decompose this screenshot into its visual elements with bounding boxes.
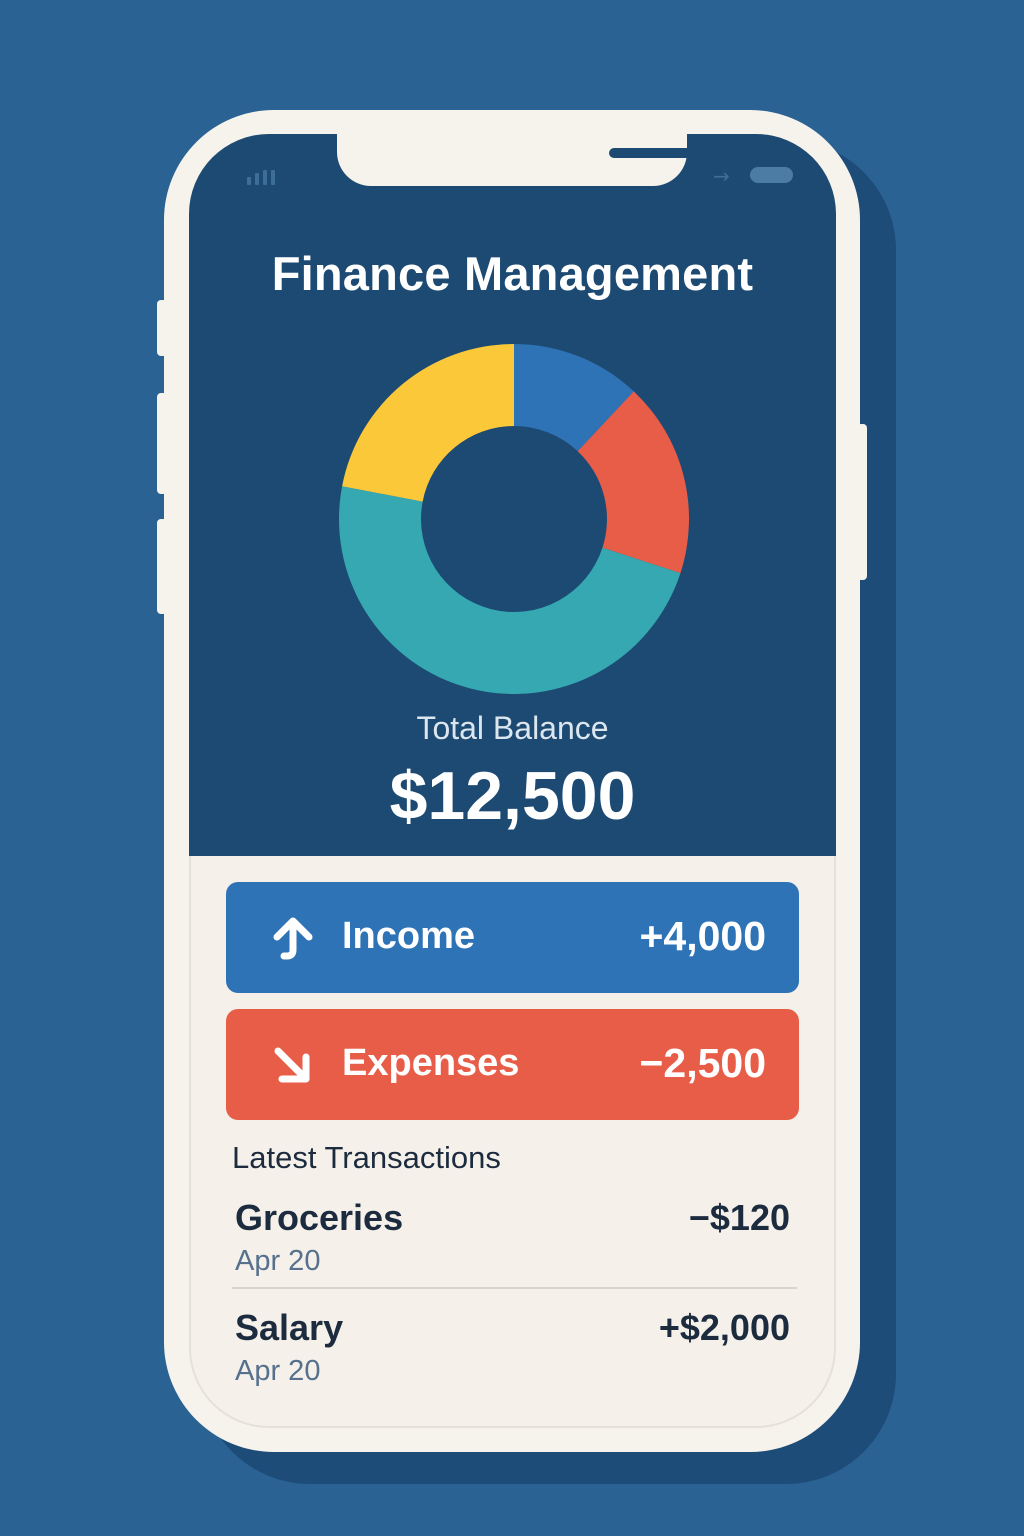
transaction-row[interactable]: Groceries Apr 20 −$120 [235,1197,790,1297]
page-title: Finance Management [271,247,754,300]
volume-down-button[interactable] [157,393,167,494]
transaction-name: Groceries [235,1197,404,1238]
transaction-amount: −$120 [688,1197,790,1238]
transaction-amount: +$2,000 [658,1307,790,1348]
transaction-date: Apr 20 [235,1245,321,1277]
volume-up-button[interactable] [157,300,167,356]
transaction-name: Salary [235,1307,344,1348]
total-balance-label: Total Balance [416,710,609,746]
arrow-right-icon: → [713,164,730,188]
arrow-up-icon [273,917,313,960]
income-amount: +4,000 [639,913,766,959]
expenses-label: Expenses [342,1042,520,1084]
total-balance-value: $12,500 [389,758,636,834]
balance-donut-chart [339,344,689,694]
power-button[interactable] [857,424,867,580]
transaction-divider [232,1287,797,1289]
summary-header: → Finance Management Total Balance $12,5… [189,134,836,856]
background-scene: → Finance Management Total Balance $12,5… [0,0,1024,1536]
transaction-row[interactable]: Salary Apr 20 +$2,000 [235,1307,790,1407]
latest-transactions-heading: Latest Transactions [232,1140,501,1175]
expenses-amount: −2,500 [639,1040,766,1086]
donut-slice [342,344,514,502]
phone-screen: → Finance Management Total Balance $12,5… [189,134,836,1428]
notch [337,134,715,186]
transaction-date: Apr 20 [235,1355,321,1387]
silent-switch[interactable] [157,519,167,614]
expenses-card[interactable]: Expenses −2,500 [226,1009,799,1120]
signal-icon [247,170,275,185]
income-card[interactable]: Income +4,000 [226,882,799,993]
battery-icon [750,167,793,183]
income-label: Income [342,915,476,957]
speaker-grille [609,148,715,158]
arrow-down-right-icon [274,1047,310,1083]
